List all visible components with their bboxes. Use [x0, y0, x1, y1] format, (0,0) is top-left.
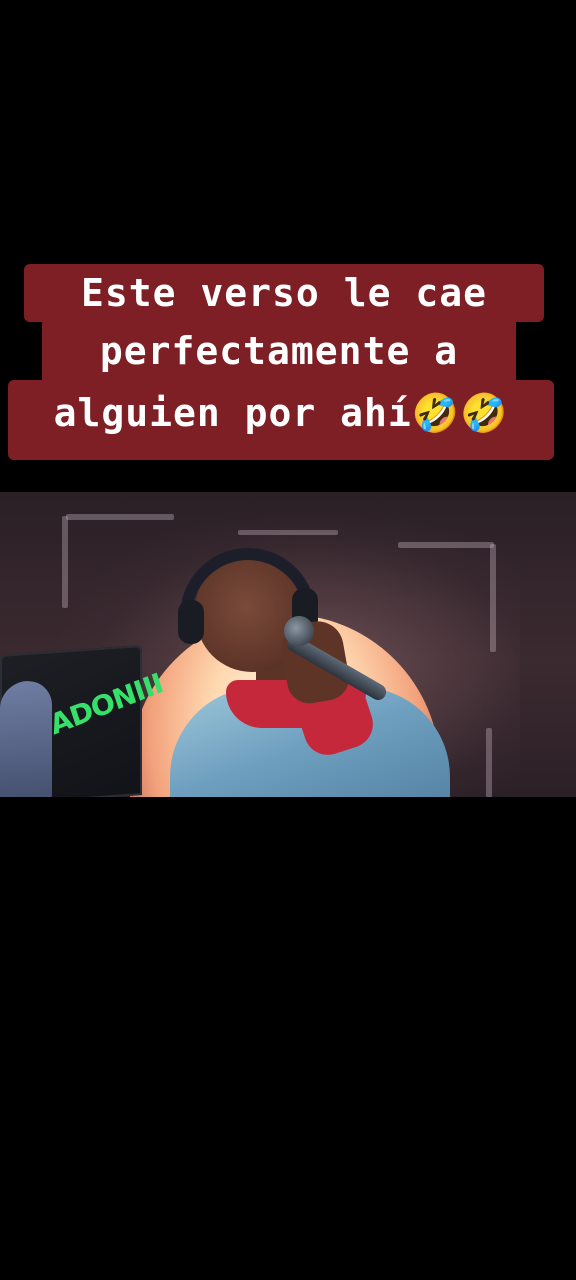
- headphone-earcup-left: [178, 600, 204, 644]
- video-player[interactable]: ADONIII: [0, 492, 576, 797]
- light-strip: [398, 542, 494, 548]
- light-strip: [62, 516, 68, 608]
- caption-line-2: perfectamente a: [42, 322, 516, 380]
- sticker-figure: [0, 679, 52, 797]
- light-strip: [66, 514, 174, 520]
- laptop: ADONIII: [0, 645, 167, 797]
- caption-line-1: Este verso le cae: [24, 264, 544, 322]
- light-strip: [490, 544, 496, 652]
- light-strip: [486, 728, 492, 797]
- microphone-head: [284, 616, 314, 646]
- caption-line-3: alguien por ahí🤣🤣: [8, 380, 554, 460]
- light-strip: [238, 530, 338, 535]
- app-screen: Este verso le cae perfectamente a alguie…: [0, 0, 576, 1280]
